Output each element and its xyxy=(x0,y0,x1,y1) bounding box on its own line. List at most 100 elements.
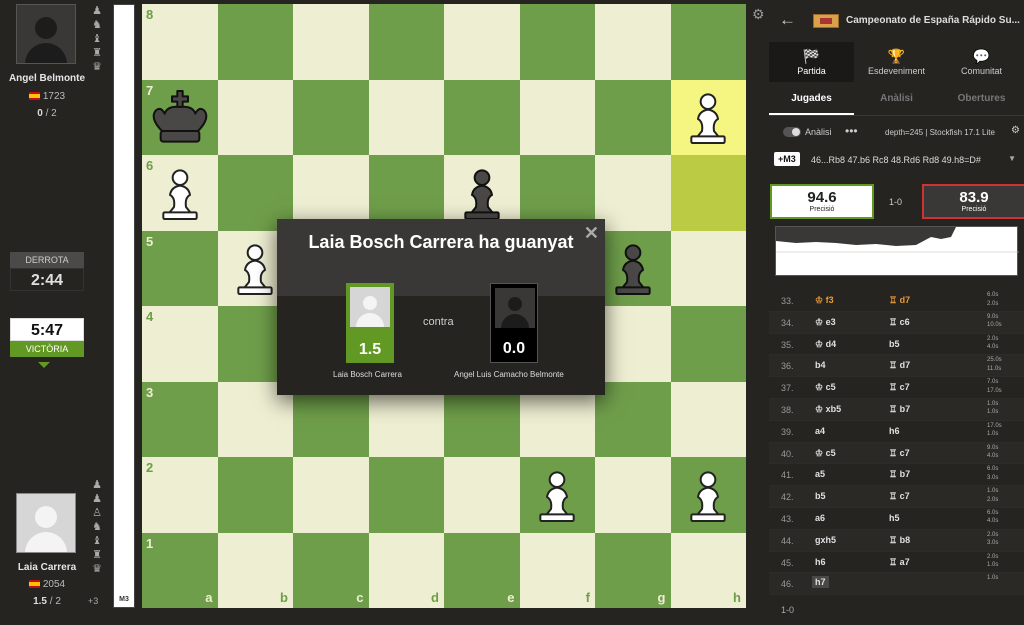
square-g6[interactable] xyxy=(595,155,671,231)
top-player-avatar[interactable] xyxy=(16,4,76,64)
black-move[interactable]: b5 xyxy=(889,339,900,349)
move-number: 37. xyxy=(781,383,794,394)
move-row: 36. b4 ♖ d7 25.0s 11.0s xyxy=(769,355,1024,378)
bottom-player-name[interactable]: Laia Carrera xyxy=(0,562,94,573)
tab-esdeveniment[interactable]: 🏆 Esdeveniment xyxy=(854,42,939,82)
square-g7[interactable] xyxy=(595,79,671,155)
white-move[interactable]: ♔ c5 xyxy=(815,448,836,459)
square-d8[interactable] xyxy=(368,4,444,80)
black-move[interactable]: h5 xyxy=(889,513,900,523)
square-h6[interactable] xyxy=(670,155,746,231)
black-move[interactable]: ♖ b7 xyxy=(889,404,910,415)
square-b1[interactable]: b xyxy=(217,532,293,608)
back-arrow-icon[interactable]: ← xyxy=(779,10,796,30)
square-a4[interactable]: 4 xyxy=(142,306,218,382)
black-pawn-icon[interactable] xyxy=(595,231,671,307)
square-a5[interactable]: 5 xyxy=(142,230,218,306)
black-move[interactable]: ♖ b7 xyxy=(889,469,910,480)
tournament-title[interactable]: Campeonato de España Rápido Su... xyxy=(846,15,1024,26)
square-c7[interactable] xyxy=(293,79,369,155)
black-king-icon[interactable] xyxy=(142,80,218,156)
white-move[interactable]: gxh5 xyxy=(815,535,836,545)
black-move[interactable]: ♖ d7 xyxy=(889,295,910,306)
principal-variation[interactable]: +M3 46...Rb8 47.b6 Rc8 48.Rd6 Rd8 49.h8=… xyxy=(769,150,1024,170)
square-h1[interactable]: h xyxy=(670,532,746,608)
square-b7[interactable] xyxy=(217,79,293,155)
white-move[interactable]: ♔ c5 xyxy=(815,382,836,393)
black-move[interactable]: ♖ b8 xyxy=(889,535,910,546)
square-e7[interactable] xyxy=(444,79,520,155)
square-d2[interactable] xyxy=(368,457,444,533)
tab-obertures[interactable]: Obertures xyxy=(939,82,1024,115)
top-player-rating: 1723 xyxy=(0,91,94,102)
square-a2[interactable]: 2 xyxy=(142,457,218,533)
bottom-player-avatar[interactable] xyxy=(16,493,76,553)
white-pawn-icon[interactable] xyxy=(671,457,747,533)
square-g2[interactable] xyxy=(595,457,671,533)
white-move[interactable]: h6 xyxy=(815,557,826,567)
close-icon[interactable]: ✕ xyxy=(584,223,599,244)
white-move[interactable]: ♔ f3 xyxy=(815,295,834,306)
white-move[interactable]: ♔ d4 xyxy=(815,339,836,350)
square-g8[interactable] xyxy=(595,4,671,80)
white-pawn-icon[interactable] xyxy=(520,457,596,533)
white-pawn-icon[interactable] xyxy=(671,80,747,156)
square-g1[interactable]: g xyxy=(595,532,671,608)
square-e8[interactable] xyxy=(444,4,520,80)
white-move[interactable]: a6 xyxy=(815,513,825,523)
black-move[interactable]: ♖ c7 xyxy=(889,491,910,502)
win-arrow-icon xyxy=(38,362,50,368)
square-e2[interactable] xyxy=(444,457,520,533)
top-player-name[interactable]: Angel Belmonte xyxy=(0,73,94,84)
move-number: 33. xyxy=(781,296,794,306)
square-d1[interactable]: d xyxy=(368,532,444,608)
evaluation-graph[interactable] xyxy=(775,226,1019,276)
square-g3[interactable] xyxy=(595,381,671,457)
square-a1[interactable]: 1a xyxy=(142,532,218,608)
black-move[interactable]: ♖ a7 xyxy=(889,557,910,568)
black-move[interactable]: h6 xyxy=(889,426,900,436)
tab-comunitat[interactable]: 💬 Comunitat xyxy=(939,42,1024,82)
square-e1[interactable]: e xyxy=(444,532,520,608)
white-pawn-icon[interactable] xyxy=(142,155,218,231)
square-h4[interactable] xyxy=(670,306,746,382)
white-move[interactable]: a5 xyxy=(815,469,825,479)
square-f8[interactable] xyxy=(519,4,595,80)
white-move[interactable]: b5 xyxy=(815,491,826,501)
black-move[interactable]: ♖ c6 xyxy=(889,317,910,328)
engine-settings-gear-icon[interactable]: ⚙ xyxy=(1011,125,1020,136)
white-move[interactable]: ♔ xb5 xyxy=(815,404,841,415)
black-move[interactable]: ♖ c7 xyxy=(889,382,910,393)
white-move[interactable]: a4 xyxy=(815,426,825,436)
winner-score: 1.5 xyxy=(358,341,382,358)
square-b8[interactable] xyxy=(217,4,293,80)
white-move[interactable]: b4 xyxy=(815,360,826,370)
square-b2[interactable] xyxy=(217,457,293,533)
square-a8[interactable]: 8 xyxy=(142,4,218,80)
tab-partida[interactable]: 🏁 Partida xyxy=(769,42,854,82)
square-c2[interactable] xyxy=(293,457,369,533)
square-c8[interactable] xyxy=(293,4,369,80)
white-move[interactable]: h7 xyxy=(812,576,829,589)
square-a3[interactable]: 3 xyxy=(142,381,218,457)
engine-row: Anàlisi ••• depth=245 | Stockfish 17.1 L… xyxy=(769,124,1024,142)
square-d7[interactable] xyxy=(368,79,444,155)
square-h8[interactable] xyxy=(670,4,746,80)
tab-jugades[interactable]: Jugades xyxy=(769,82,854,115)
black-move[interactable]: ♖ d7 xyxy=(889,360,910,371)
board-settings-gear-icon[interactable]: ⚙ xyxy=(752,6,765,23)
square-c1[interactable]: c xyxy=(293,532,369,608)
tab-analisi[interactable]: Anàlisi xyxy=(854,82,939,115)
square-f7[interactable] xyxy=(519,79,595,155)
bottom-clock: 5:47 VICTÒRIA xyxy=(10,318,84,357)
loser-card: 0.0 xyxy=(490,283,538,363)
more-options-icon[interactable]: ••• xyxy=(845,124,858,138)
white-move[interactable]: ♔ e3 xyxy=(815,317,836,328)
analysis-toggle[interactable] xyxy=(783,127,801,137)
square-h3[interactable] xyxy=(670,381,746,457)
chevron-down-icon[interactable]: ▼ xyxy=(1008,154,1016,163)
square-g4[interactable] xyxy=(595,306,671,382)
square-f1[interactable]: f xyxy=(519,532,595,608)
black-move[interactable]: ♖ c7 xyxy=(889,448,910,459)
square-h5[interactable] xyxy=(670,230,746,306)
